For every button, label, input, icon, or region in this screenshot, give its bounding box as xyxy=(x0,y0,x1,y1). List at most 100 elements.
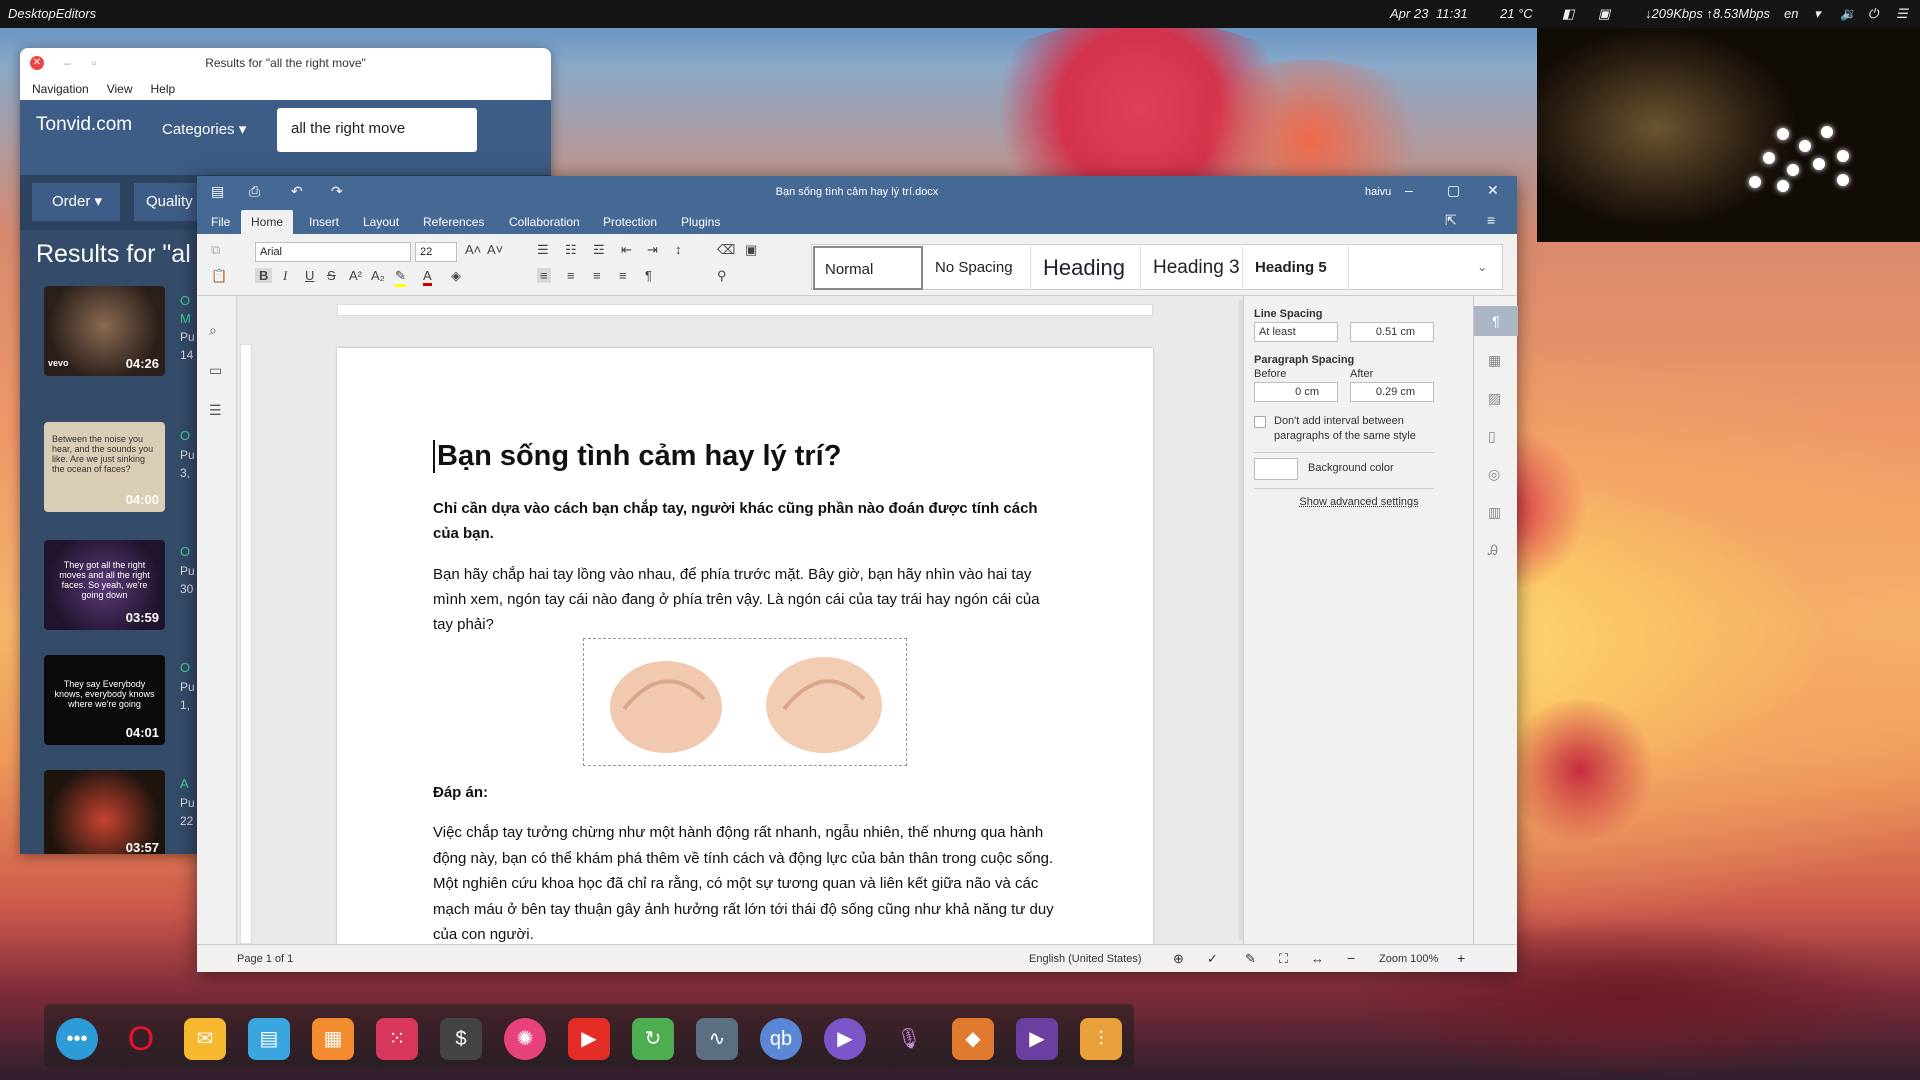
doc-lead[interactable]: Chỉ cần dựa vào cách bạn chắp tay, người… xyxy=(433,496,1057,546)
system-monitor-icon[interactable]: ∿ xyxy=(696,1018,738,1060)
image-settings-icon[interactable]: ▨ xyxy=(1488,390,1501,407)
decrease-font-icon[interactable]: A˅ xyxy=(487,242,503,257)
categories-dropdown[interactable]: Categories ▾ xyxy=(162,120,246,138)
opera-icon[interactable]: O xyxy=(120,1018,162,1060)
superscript-icon[interactable]: A² xyxy=(349,268,362,283)
menu-icon[interactable]: ☰ xyxy=(1896,6,1908,22)
doc-paragraph-2[interactable]: Việc chắp tay tưởng chừng như một hành đ… xyxy=(433,820,1057,944)
style-no-spacing[interactable]: No Spacing xyxy=(925,246,1031,290)
file-manager-icon[interactable]: ▤ xyxy=(248,1018,290,1060)
strikethrough-icon[interactable]: S xyxy=(327,268,336,283)
video-thumbnail[interactable]: They say Everybody knows, everybody know… xyxy=(44,655,165,745)
navigation-icon[interactable]: ☰ xyxy=(209,402,222,419)
tab-collaboration[interactable]: Collaboration xyxy=(509,210,580,234)
video-thumbnail[interactable]: 03:57 xyxy=(44,770,165,854)
header-footer-icon[interactable]: ▯ xyxy=(1488,428,1496,445)
weather[interactable]: 21 °C xyxy=(1500,6,1533,21)
maximize-icon[interactable]: ▫ xyxy=(92,48,96,78)
youtube-icon[interactable]: ▶ xyxy=(568,1018,610,1060)
candy-icon[interactable]: ✺ xyxy=(504,1018,546,1060)
copy-style-icon[interactable]: ⚲ xyxy=(717,268,727,284)
no-interval-checkbox[interactable] xyxy=(1254,416,1266,428)
paragraph-settings-icon[interactable]: ¶ xyxy=(1474,306,1518,336)
hands-image[interactable] xyxy=(583,638,907,766)
qbittorrent-icon[interactable]: qb xyxy=(760,1018,802,1060)
tab-layout[interactable]: Layout xyxy=(363,210,399,234)
align-right-icon[interactable]: ≡ xyxy=(593,268,601,283)
decrease-indent-icon[interactable]: ⇤ xyxy=(621,242,632,258)
menu-help[interactable]: Help xyxy=(151,82,176,96)
apps-launcher-icon[interactable]: ••• xyxy=(56,1018,98,1060)
microphone-icon[interactable]: 🎙 xyxy=(888,1018,930,1060)
comment-icon[interactable]: ▭ xyxy=(209,362,222,379)
font-size-select[interactable]: 22 xyxy=(415,242,457,262)
page-counter[interactable]: Page 1 of 1 xyxy=(237,953,293,965)
shape-settings-icon[interactable]: ◎ xyxy=(1488,466,1500,483)
color-scheme-icon[interactable]: ▣ xyxy=(745,242,757,258)
power-icon[interactable]: ⏻ xyxy=(1868,6,1878,22)
chevron-down-icon[interactable]: ⌄ xyxy=(1477,260,1487,274)
fit-width-icon[interactable]: ↔ xyxy=(1311,951,1324,966)
italic-icon[interactable]: I xyxy=(283,268,287,284)
doc-title[interactable]: Bạn sống tình cảm hay lý trí? xyxy=(433,440,1057,473)
close-icon[interactable]: ✕ xyxy=(1487,182,1499,199)
maximize-icon[interactable]: ▢ xyxy=(1447,182,1460,199)
tab-references[interactable]: References xyxy=(423,210,484,234)
multilevel-icon[interactable]: ☲ xyxy=(593,242,605,258)
document-page[interactable]: Bạn sống tình cảm hay lý trí? Chỉ cần dự… xyxy=(337,348,1153,944)
advanced-settings-link[interactable]: Show advanced settings xyxy=(1244,496,1474,508)
tab-file[interactable]: File xyxy=(211,210,230,234)
minimize-icon[interactable]: – xyxy=(64,48,71,78)
layers-icon[interactable]: ◆ xyxy=(952,1018,994,1060)
menu-navigation[interactable]: Navigation xyxy=(32,82,89,96)
spacing-after-input[interactable]: 0.29 cm xyxy=(1350,382,1434,402)
increase-indent-icon[interactable]: ⇥ xyxy=(647,242,658,258)
open-location-icon[interactable]: ⇱ xyxy=(1445,212,1457,229)
tab-home[interactable]: Home xyxy=(241,210,294,234)
window-icon[interactable]: ◧ xyxy=(1562,6,1574,22)
fit-page-icon[interactable]: ⛶ xyxy=(1279,951,1288,967)
volume-icon[interactable]: 🔉 xyxy=(1840,6,1856,22)
line-spacing-value[interactable]: 0.51 cm xyxy=(1350,322,1434,342)
video-thumbnail[interactable]: Between the noise you hear, and the soun… xyxy=(44,422,165,512)
chart-settings-icon[interactable]: ▥ xyxy=(1488,504,1501,521)
wifi-icon[interactable]: ▾ xyxy=(1814,6,1821,22)
menu-view[interactable]: View xyxy=(107,82,133,96)
launcher-icon[interactable]: ⁙ xyxy=(376,1018,418,1060)
media-player-icon[interactable]: ▶ xyxy=(824,1018,866,1060)
style-heading-5[interactable]: Heading 5 xyxy=(1245,246,1349,290)
style-normal[interactable]: Normal xyxy=(813,246,923,290)
highlight-icon[interactable]: ✎ xyxy=(395,268,406,287)
language-select[interactable]: English (United States) xyxy=(1029,953,1142,965)
zoom-out-icon[interactable]: − xyxy=(1347,950,1355,966)
mixer-icon[interactable]: ⫶ xyxy=(1080,1018,1122,1060)
date[interactable]: Apr 23 xyxy=(1390,6,1428,21)
subscript-icon[interactable]: A₂ xyxy=(371,268,385,283)
background-color-picker[interactable] xyxy=(1254,458,1298,480)
zoom-in-icon[interactable]: + xyxy=(1457,950,1465,966)
style-heading-1[interactable]: Heading xyxy=(1033,246,1141,290)
globe-icon[interactable]: ⊕ xyxy=(1173,951,1184,967)
spellcheck-icon[interactable]: ✓ xyxy=(1207,951,1218,967)
tab-insert[interactable]: Insert xyxy=(309,210,339,234)
minimize-icon[interactable]: – xyxy=(1405,182,1413,198)
vertical-ruler[interactable] xyxy=(240,344,252,944)
video-editor-icon[interactable]: ▶ xyxy=(1016,1018,1058,1060)
horizontal-ruler[interactable] xyxy=(337,304,1153,316)
font-name-select[interactable]: Arial xyxy=(255,242,411,262)
paragraph-mark-icon[interactable]: ¶ xyxy=(645,268,652,283)
spacing-before-input[interactable]: 0 cm xyxy=(1254,382,1338,402)
clock[interactable]: 11:31 xyxy=(1436,6,1468,21)
style-heading-3[interactable]: Heading 3 xyxy=(1143,246,1243,290)
increase-font-icon[interactable]: A˄ xyxy=(465,242,481,257)
align-center-icon[interactable]: ≡ xyxy=(567,268,575,283)
app-store-icon[interactable]: ▦ xyxy=(312,1018,354,1060)
font-color-icon[interactable]: A xyxy=(423,268,432,286)
align-left-icon[interactable]: ≡ xyxy=(537,268,551,283)
doc-paragraph-1[interactable]: Bạn hãy chắp hai tay lồng vào nhau, để p… xyxy=(433,562,1057,637)
justify-icon[interactable]: ≡ xyxy=(619,268,627,283)
table-settings-icon[interactable]: ▦ xyxy=(1488,352,1501,369)
sync-icon[interactable]: ↻ xyxy=(632,1018,674,1060)
video-thumbnail[interactable]: vevo 04:26 xyxy=(44,286,165,376)
clear-style-icon[interactable]: ⌫ xyxy=(717,242,735,258)
